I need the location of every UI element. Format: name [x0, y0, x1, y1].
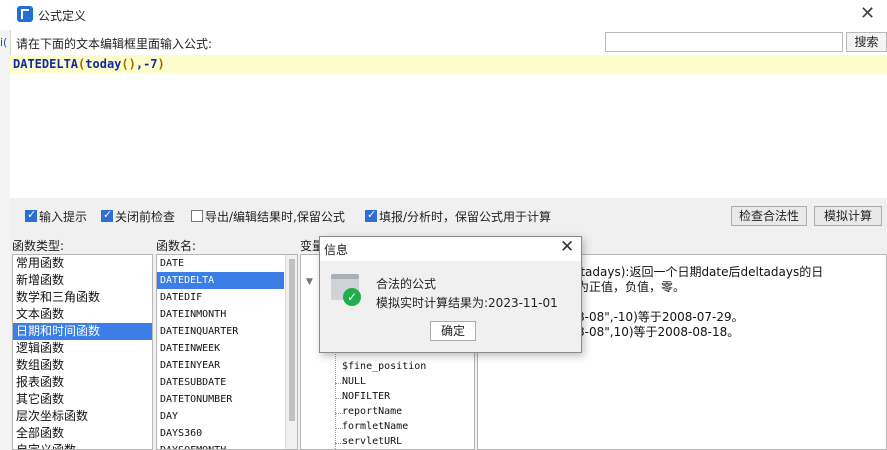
function-item[interactable]: DATE — [157, 255, 297, 272]
function-list-scrollbar[interactable] — [285, 255, 297, 449]
window-title: 公式定义 — [38, 9, 87, 23]
options-bar: 输入提示 关闭前检查 导出/编辑结果时,保留公式 填报/分析时，保留公式用于计算… — [10, 198, 887, 235]
function-item[interactable]: DATESUBDATE — [157, 374, 297, 391]
check-before-close-checkbox[interactable] — [101, 208, 113, 222]
simulate-calc-button[interactable]: 模拟计算 — [814, 206, 882, 226]
check-before-close-label: 关闭前检查 — [115, 210, 176, 224]
category-item[interactable]: 常用函数 — [13, 255, 152, 272]
variable-item[interactable]: NOFILTER — [342, 391, 390, 402]
dialog-close-icon[interactable]: ✕ — [560, 237, 574, 257]
formula-editor[interactable]: DATEDELTA(today(),-7) — [10, 55, 887, 198]
function-item[interactable]: DATETONUMBER — [157, 391, 297, 408]
function-list[interactable]: DATE DATEDELTA DATEDIF DATEINMONTH DATEI… — [156, 254, 298, 450]
variable-item[interactable]: formletName — [342, 421, 408, 432]
formula-function: DATEDELTA — [13, 57, 79, 71]
search-input[interactable] — [605, 32, 843, 52]
input-hint-checkbox[interactable] — [25, 208, 37, 222]
dialog-ok-button[interactable]: 确定 — [430, 321, 476, 341]
function-item[interactable]: DAYSOFMONTH — [157, 442, 297, 449]
function-item[interactable]: DATEDIF — [157, 289, 297, 306]
variable-item[interactable]: $fine_position — [342, 361, 426, 372]
category-item[interactable]: 逻辑函数 — [13, 340, 152, 357]
function-item[interactable]: DATEINWEEK — [157, 340, 297, 357]
function-item[interactable]: DATEINYEAR — [157, 357, 297, 374]
keep-formula-fill-label: 填报/分析时，保留公式用于计算 — [379, 210, 552, 224]
variable-item[interactable]: servletURL — [342, 436, 402, 447]
function-item[interactable]: DAYS360 — [157, 425, 297, 442]
category-item[interactable]: 数组函数 — [13, 357, 152, 374]
close-icon[interactable]: ✕ — [860, 3, 875, 24]
description-line: 为正值，负值，零。 — [577, 280, 686, 294]
info-dialog: 信息 ✕ ✓ 合法的公式 模拟实时计算结果为:2023-11-01 确定 — [319, 236, 582, 353]
dialog-message: 合法的公式 — [376, 277, 437, 291]
category-column-label: 函数类型: — [12, 239, 65, 253]
tree-expand-icon[interactable]: ▼ — [306, 277, 313, 287]
variable-item[interactable]: reportName — [342, 406, 402, 417]
category-item[interactable]: 报表函数 — [13, 374, 152, 391]
keep-formula-export-label: 导出/编辑结果时,保留公式 — [205, 210, 345, 224]
document-icon-header — [331, 274, 359, 279]
dialog-title: 信息 — [324, 243, 349, 257]
description-line: 8-08",10)等于2008-08-18。 — [577, 325, 740, 339]
dialog-result-text: 模拟实时计算结果为:2023-11-01 — [376, 296, 558, 310]
background-window-fragment: i( — [0, 36, 8, 49]
dialog-body: ✓ 合法的公式 模拟实时计算结果为:2023-11-01 确定 — [320, 261, 581, 352]
function-column-label: 函数名: — [156, 239, 197, 253]
editor-prompt: 请在下面的文本编辑框里面输入公式: — [16, 37, 213, 51]
category-item[interactable]: 文本函数 — [13, 306, 152, 323]
function-item-selected[interactable]: DATEDELTA — [157, 272, 284, 289]
scrollbar-thumb[interactable] — [289, 259, 295, 421]
formula-close-paren: ) — [157, 57, 165, 71]
formula-argument: today — [85, 57, 122, 71]
formula-rest: ,-7 — [135, 57, 158, 71]
function-item[interactable]: DATEINQUARTER — [157, 323, 297, 340]
formula-inner-parens: () — [121, 57, 136, 71]
function-item[interactable]: DATEINMONTH — [157, 306, 297, 323]
search-button[interactable]: 搜索 — [846, 32, 887, 52]
input-hint-label: 输入提示 — [39, 210, 88, 224]
title-bar: 公式定义 ✕ — [0, 0, 887, 30]
variable-item[interactable]: NULL — [342, 376, 366, 387]
category-list[interactable]: 常用函数 新增函数 数学和三角函数 文本函数 日期和时间函数 逻辑函数 数组函数… — [12, 254, 153, 450]
function-item[interactable]: DAY — [157, 408, 297, 425]
keep-formula-fill-checkbox[interactable] — [365, 208, 377, 222]
app-logo-icon — [17, 6, 33, 22]
category-item[interactable]: 其它函数 — [13, 391, 152, 408]
category-item[interactable]: 层次坐标函数 — [13, 408, 152, 425]
category-item[interactable]: 数学和三角函数 — [13, 289, 152, 306]
success-check-icon: ✓ — [343, 288, 361, 306]
check-validity-button[interactable]: 检查合法性 — [731, 206, 807, 226]
keep-formula-export-checkbox[interactable] — [191, 210, 203, 222]
category-item[interactable]: 新增函数 — [13, 272, 152, 289]
category-item-selected[interactable]: 日期和时间函数 — [13, 323, 152, 340]
formula-text[interactable]: DATEDELTA(today(),-7) — [13, 57, 165, 71]
category-item[interactable]: 全部函数 — [13, 425, 152, 442]
category-item[interactable]: 自定义函数 — [13, 442, 152, 449]
